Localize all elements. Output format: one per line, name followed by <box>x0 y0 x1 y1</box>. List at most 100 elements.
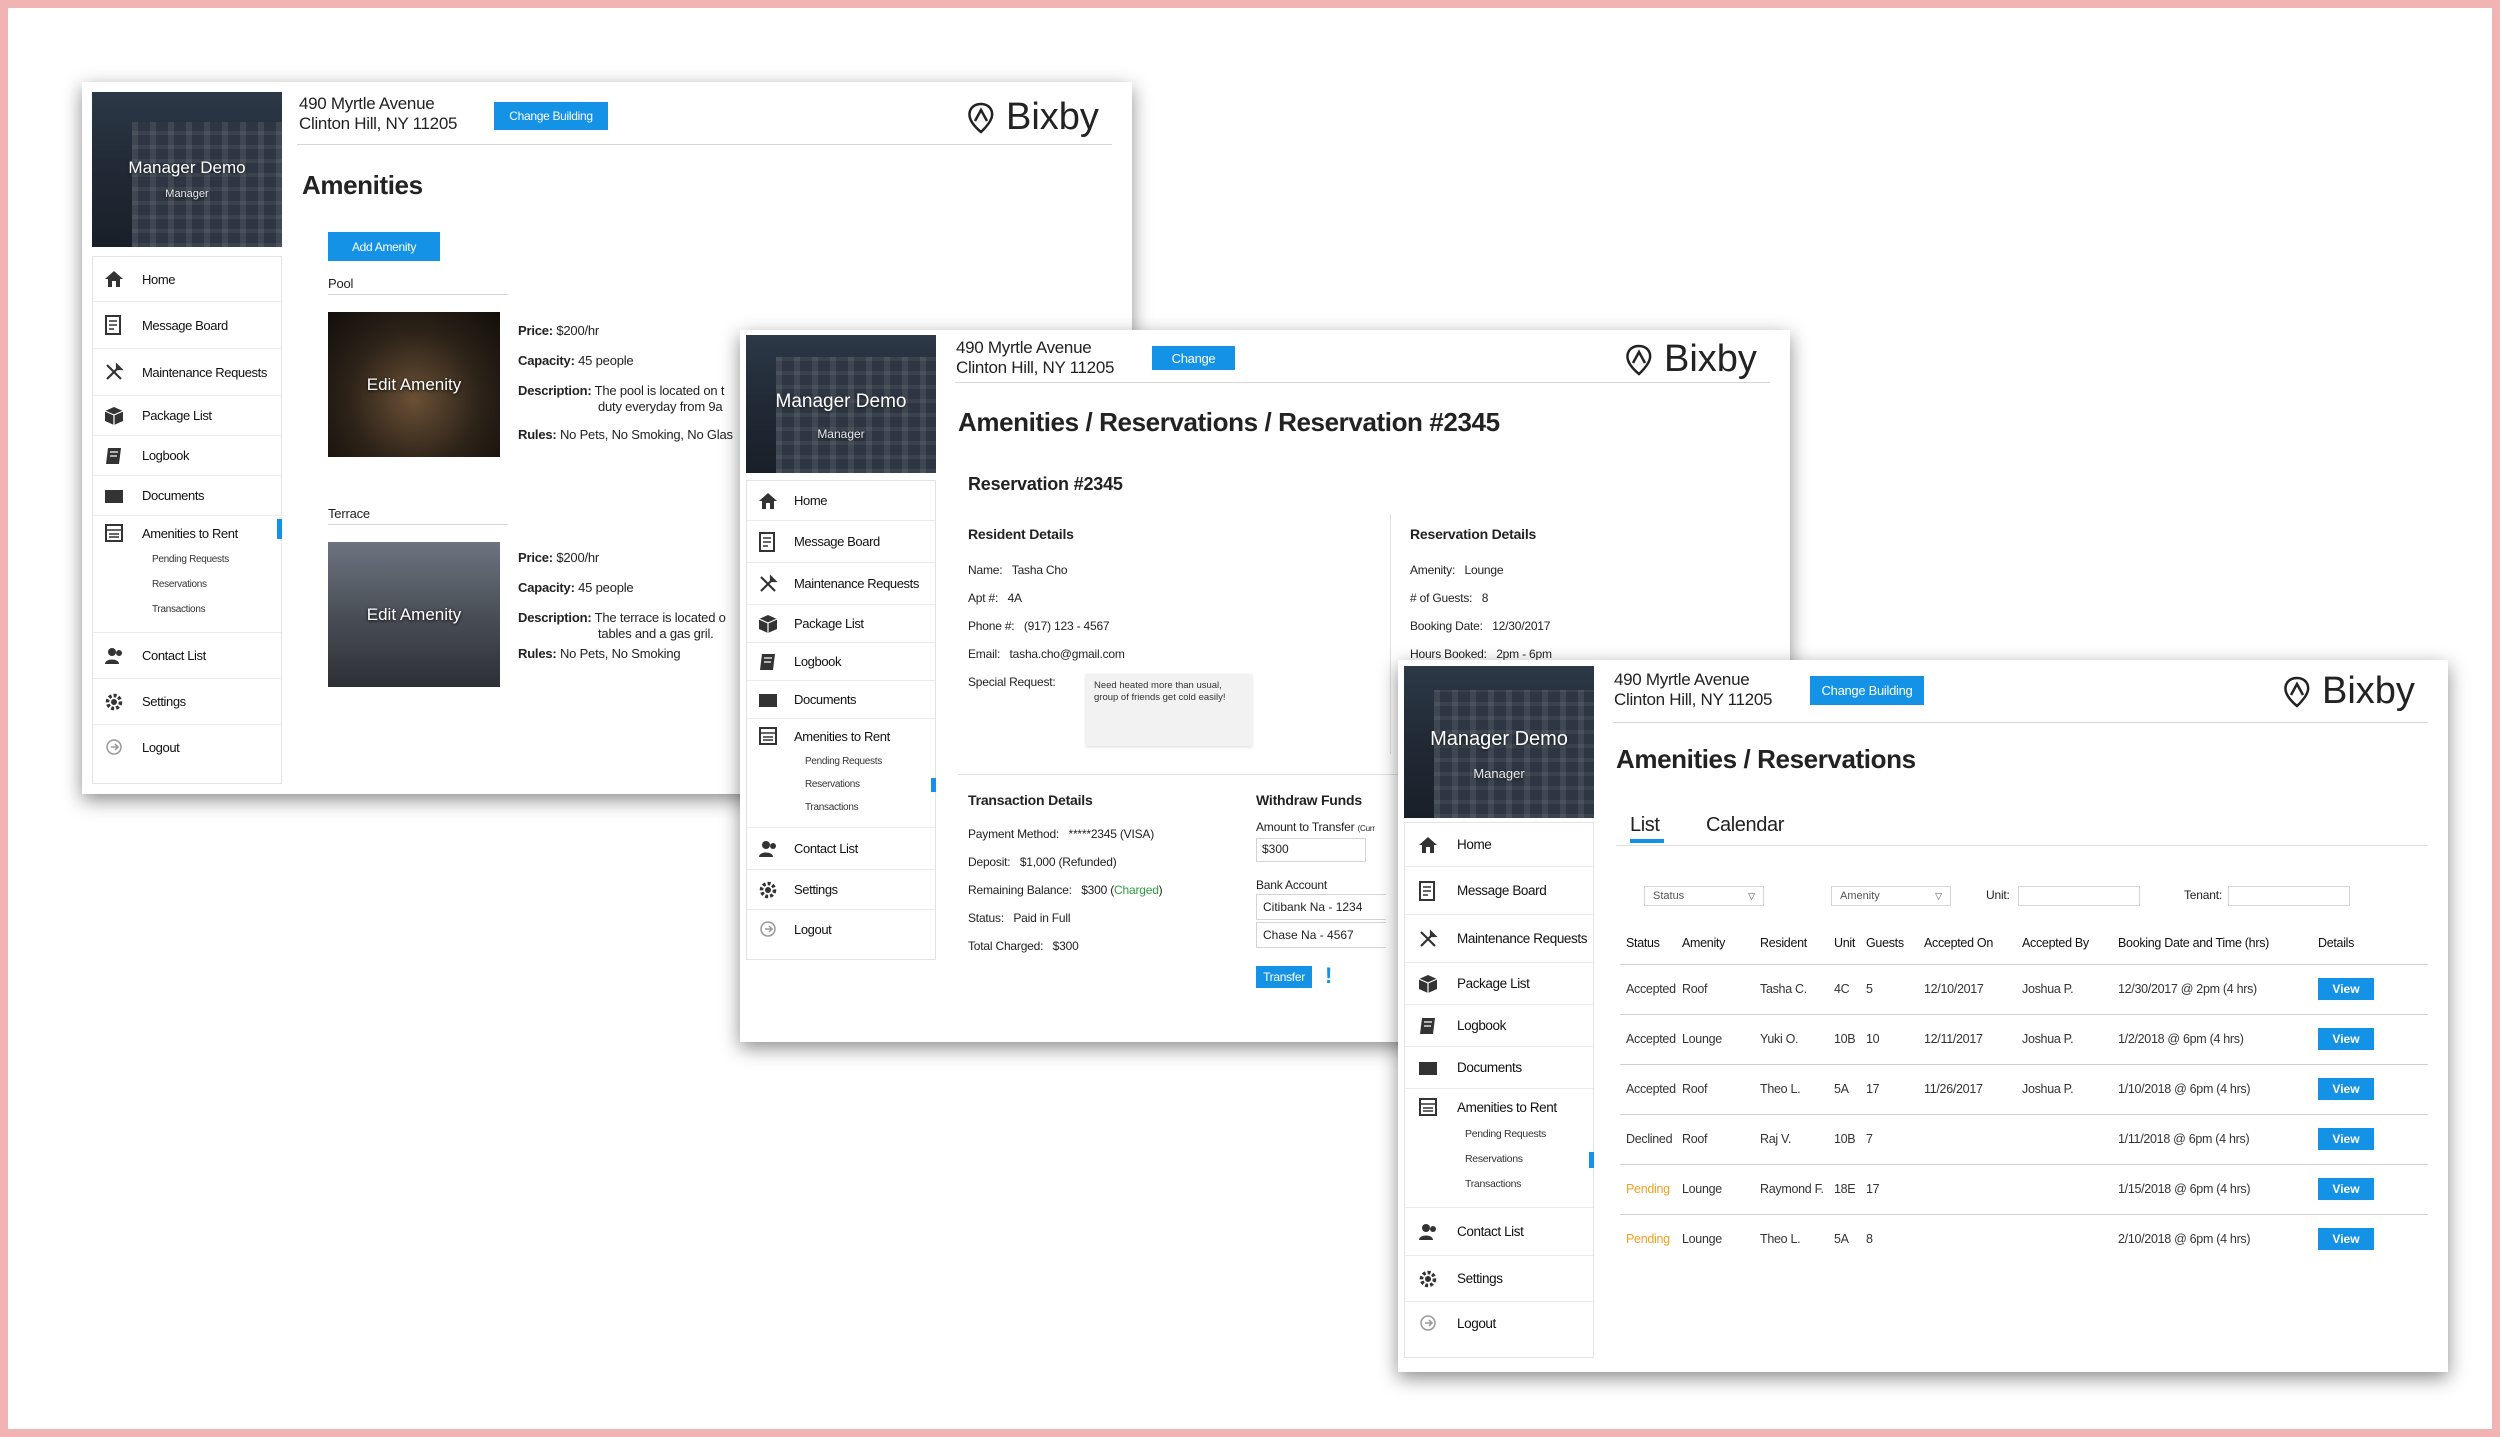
submenu-pending-requests[interactable]: Pending Requests <box>152 547 281 572</box>
resident-details-heading: Resident Details <box>968 526 1074 542</box>
pool-edit-amenity[interactable]: Edit Amenity <box>328 312 500 457</box>
bank-option-citibank[interactable]: Citibank Na - 1234 <box>1256 894 1386 920</box>
submenu-pending-requests[interactable]: Pending Requests <box>1465 1122 1593 1147</box>
cell-amenity: Roof <box>1682 1113 1760 1164</box>
bank-option-chase[interactable]: Chase Na - 4567 <box>1256 922 1386 948</box>
section-divider <box>328 294 508 295</box>
column-header-resident[interactable]: Resident <box>1760 928 1834 958</box>
change-building-button[interactable]: Change <box>1152 346 1235 370</box>
tab-list[interactable]: List <box>1630 814 1664 843</box>
cell-accepted-on: 12/10/2017 <box>1924 963 2022 1014</box>
amenities-submenu: Pending Requests Reservations Transactio… <box>747 750 936 828</box>
home-icon <box>103 270 125 288</box>
view-button[interactable]: View <box>2318 1228 2374 1251</box>
sidebar-item-logout[interactable]: Logout <box>1405 1302 1593 1344</box>
sidebar-item-settings[interactable]: Settings <box>93 679 281 725</box>
sidebar-item-amenities-to-rent[interactable]: Amenities to Rent <box>93 519 282 547</box>
cell-resident: Tasha C. <box>1760 963 1834 1014</box>
view-button[interactable]: View <box>2318 1078 2374 1100</box>
submenu-reservations[interactable]: Reservations <box>805 773 935 796</box>
withdraw-funds-heading: Withdraw Funds <box>1256 792 1362 808</box>
transaction-details-heading: Transaction Details <box>968 792 1093 808</box>
sidebar-item-package-list[interactable]: Package List <box>93 396 281 436</box>
status-filter[interactable]: Status ▽ <box>1644 886 1764 906</box>
cell-status: Accepted <box>1620 1013 1682 1064</box>
sidebar-item-logbook[interactable]: Logbook <box>747 643 935 681</box>
sidebar-item-amenities-to-rent[interactable]: Amenities to Rent <box>1405 1092 1593 1122</box>
cell-details: View <box>2318 963 2428 1014</box>
sidebar-item-maintenance-requests[interactable]: Maintenance Requests <box>1405 915 1593 963</box>
submenu-transactions[interactable]: Transactions <box>805 796 935 819</box>
sidebar-item-package-list[interactable]: Package List <box>747 605 935 643</box>
column-header-accepted-by[interactable]: Accepted By <box>2022 928 2118 958</box>
table-row: Accepted Lounge Yuki O. 10B 10 12/11/2017 Josh… <box>1620 1013 2428 1064</box>
table-row: Declined Roof Raj V. 10B 7 1/11/2018 @ 6pm (4… <box>1620 1113 2428 1164</box>
submenu-pending-requests[interactable]: Pending Requests <box>805 750 935 773</box>
sidebar-item-logbook[interactable]: Logbook <box>93 436 281 476</box>
amount-input[interactable]: $300 <box>1256 838 1366 862</box>
sidebar-item-settings[interactable]: Settings <box>747 870 935 910</box>
sidebar-item-home[interactable]: Home <box>1405 823 1593 867</box>
cell-unit: 18E <box>1834 1163 1866 1214</box>
submenu-reservations[interactable]: Reservations <box>1465 1147 1593 1172</box>
tools-icon <box>1417 928 1439 949</box>
message-board-icon <box>1417 880 1439 901</box>
view-button[interactable]: View <box>2318 1178 2374 1200</box>
tools-icon <box>103 362 125 382</box>
view-button[interactable]: View <box>2318 978 2374 1000</box>
cell-amenity: Lounge <box>1682 1213 1760 1264</box>
cell-accepted-by: Joshua P. <box>2022 963 2118 1014</box>
tab-calendar[interactable]: Calendar <box>1706 814 1784 837</box>
transfer-button[interactable]: Transfer <box>1256 966 1312 988</box>
terrace-edit-amenity[interactable]: Edit Amenity <box>328 542 500 687</box>
sidebar-item-package-list[interactable]: Package List <box>1405 963 1593 1005</box>
amenity-filter[interactable]: Amenity ▽ <box>1831 886 1951 906</box>
tools-icon <box>757 573 779 594</box>
sidebar-item-message-board[interactable]: Message Board <box>1405 867 1593 915</box>
column-header-details[interactable]: Details <box>2318 928 2428 958</box>
sidebar-item-home[interactable]: Home <box>747 481 935 521</box>
contacts-icon <box>103 647 125 665</box>
add-amenity-button[interactable]: Add Amenity <box>328 232 440 261</box>
sidebar-item-contact-list[interactable]: Contact List <box>747 828 935 870</box>
package-icon <box>103 406 125 426</box>
sidebar-item-settings[interactable]: Settings <box>1405 1256 1593 1302</box>
sidebar-item-message-board[interactable]: Message Board <box>747 521 935 563</box>
logout-icon <box>1417 1314 1439 1332</box>
submenu-transactions[interactable]: Transactions <box>1465 1172 1593 1197</box>
sidebar-item-logout[interactable]: Logout <box>747 910 935 948</box>
charged-label: Charged <box>1114 883 1159 897</box>
view-button[interactable]: View <box>2318 1128 2374 1150</box>
column-header-unit[interactable]: Unit <box>1834 928 1866 958</box>
column-header-accepted-on[interactable]: Accepted On <box>1924 928 2022 958</box>
reservation-details: Amenity: Lounge # of Guests: 8 Booking D… <box>1410 563 1552 661</box>
sidebar-item-documents[interactable]: Documents <box>747 681 935 719</box>
sidebar-item-logout[interactable]: Logout <box>93 725 281 769</box>
sidebar-item-message-board[interactable]: Message Board <box>93 302 281 349</box>
sidebar-item-documents[interactable]: Documents <box>1405 1047 1593 1089</box>
sidebar-item-contact-list[interactable]: Contact List <box>93 633 281 679</box>
bixby-logo-icon <box>2284 676 2310 708</box>
column-header-amenity[interactable]: Amenity <box>1682 928 1760 958</box>
change-building-button[interactable]: Change Building <box>494 102 608 130</box>
column-header-guests[interactable]: Guests <box>1866 928 1924 958</box>
submenu-reservations[interactable]: Reservations <box>152 572 281 597</box>
sidebar-item-maintenance-requests[interactable]: Maintenance Requests <box>747 563 935 605</box>
sidebar-item-contact-list[interactable]: Contact List <box>1405 1208 1593 1256</box>
cell-status: Declined <box>1620 1113 1682 1164</box>
change-building-button[interactable]: Change Building <box>1810 676 1924 705</box>
sidebar-item-logbook[interactable]: Logbook <box>1405 1005 1593 1047</box>
column-header-status[interactable]: Status <box>1620 928 1682 958</box>
sidebar-item-maintenance-requests[interactable]: Maintenance Requests <box>93 349 281 396</box>
unit-filter-input[interactable] <box>2018 886 2140 906</box>
view-button[interactable]: View <box>2318 1028 2374 1050</box>
package-icon <box>757 614 779 634</box>
sidebar-item-home[interactable]: Home <box>93 257 281 302</box>
column-header-booking[interactable]: Booking Date and Time (hrs) <box>2118 928 2318 958</box>
sidebar-item-documents[interactable]: Documents <box>93 476 281 516</box>
cell-accepted-by: Joshua P. <box>2022 1013 2118 1064</box>
submenu-transactions[interactable]: Transactions <box>152 597 281 622</box>
special-request-box[interactable]: Need heated more than usual, group of fr… <box>1086 674 1252 746</box>
sidebar-item-amenities-to-rent[interactable]: Amenities to Rent <box>747 722 935 750</box>
tenant-filter-input[interactable] <box>2228 886 2350 906</box>
